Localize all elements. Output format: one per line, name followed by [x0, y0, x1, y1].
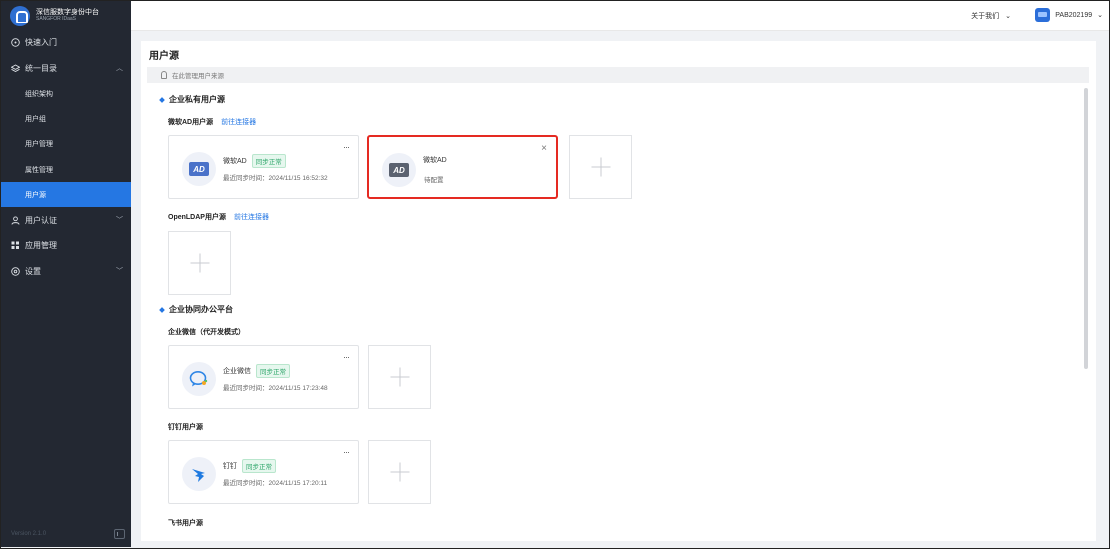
ad-logo-icon: AD	[182, 152, 216, 186]
card-name: 微软AD	[423, 157, 447, 164]
diamond-bullet-icon	[159, 306, 165, 313]
user-icon	[11, 216, 20, 225]
section-title-private: 企业私有用户源	[159, 94, 225, 105]
version-label: Version 2.1.0	[11, 531, 47, 537]
sidebar-subitem-usergroup[interactable]: 用户组	[1, 106, 131, 131]
compass-icon	[11, 38, 20, 47]
chevron-down-icon: ⌄	[1097, 12, 1103, 19]
status-badge: 同步正常	[251, 154, 286, 168]
sidebar-item-apps[interactable]: 应用管理	[1, 233, 131, 259]
card-name: 微软AD	[223, 158, 247, 165]
grid-icon	[11, 241, 20, 250]
chevron-down-icon: ﹀	[116, 217, 123, 225]
status-badge: 同步正常	[256, 364, 290, 378]
card-status: 待配置	[424, 177, 444, 184]
sidebar-subitem-org[interactable]: 组织架构	[1, 81, 131, 106]
card-name: 企业微信	[223, 368, 251, 375]
brand-subtitle: SANGFOR IDaaS	[36, 15, 77, 22]
chevron-down-icon: ﹀	[116, 268, 123, 276]
layers-icon	[11, 64, 20, 73]
sidebar-subitem-usermgmt[interactable]: 用户管理	[1, 132, 131, 157]
topbar: 关于我们 ⌄ PAB202199 ⌄	[131, 1, 1109, 31]
source-card-wework[interactable]: 企业微信 同步正常 最近同步时间：2024/11/15 17:23:48 ···	[168, 345, 359, 409]
last-sync-time: 最近同步时间：2024/11/15 16:52:32	[223, 175, 328, 182]
sidebar-collapse-button[interactable]	[114, 529, 125, 539]
user-menu[interactable]: PAB202199 ⌄	[1035, 8, 1103, 22]
card-name: 钉钉	[223, 463, 237, 470]
last-sync-time: 最近同步时间：2024/11/15 17:23:48	[223, 385, 328, 392]
hint-bar: 在此管理用户来源	[147, 67, 1089, 83]
group-label-dingtalk: 钉钉用户源	[168, 422, 203, 432]
add-source-button-wework[interactable]	[368, 345, 431, 409]
sidebar-item-label: 应用管理	[25, 241, 57, 251]
sidebar-item-settings[interactable]: 设置 ﹀	[1, 258, 131, 284]
add-source-button-ad[interactable]	[569, 135, 632, 199]
scrollbar[interactable]	[1084, 88, 1088, 369]
main-content: 用户源 在此管理用户来源 企业私有用户源 微软AD用户源 前往连接器 AD 微软…	[141, 41, 1096, 541]
status-badge: 同步正常	[242, 459, 276, 473]
more-options-icon[interactable]: ···	[343, 142, 350, 152]
brand-logo-icon	[10, 5, 30, 26]
sidebar-item-label: 统一目录	[25, 63, 57, 73]
add-source-button-dingtalk[interactable]	[368, 440, 431, 504]
brand[interactable]: 深信服数字身份中台 SANGFOR IDaaS	[1, 1, 131, 30]
diamond-bullet-icon	[159, 96, 165, 103]
sidebar-subitem-attributes[interactable]: 属性管理	[1, 157, 131, 182]
dingtalk-logo-icon	[182, 457, 216, 491]
source-card-dingtalk[interactable]: 钉钉 同步正常 最近同步时间：2024/11/15 17:20:11 ···	[168, 440, 359, 504]
more-options-icon[interactable]: ···	[343, 447, 350, 457]
gear-icon	[11, 266, 20, 276]
sidebar-item-label: 设置	[25, 266, 41, 276]
chevron-up-icon: ︿	[116, 65, 123, 73]
source-card-ad-pending[interactable]: AD 微软AD 待配置 ×	[367, 135, 558, 199]
sidebar-item-quickstart[interactable]: 快速入门	[1, 30, 131, 56]
group-label-ldap: OpenLDAP用户源 前往连接器	[168, 212, 269, 222]
username: PAB202199	[1055, 11, 1093, 19]
add-source-button-ldap[interactable]	[168, 231, 231, 295]
group-label-text: 企业微信（代开发模式）	[168, 329, 245, 336]
section-title-text: 企业协同办公平台	[169, 305, 233, 314]
avatar	[1035, 8, 1051, 22]
connector-link-ad[interactable]: 前往连接器	[221, 117, 256, 127]
group-label-text: 飞书用户源	[168, 520, 203, 527]
group-label-ad: 微软AD用户源 前往连接器	[168, 117, 256, 127]
group-label-text: 微软AD用户源	[168, 119, 214, 126]
group-label-feishu: 飞书用户源	[168, 518, 203, 528]
chevron-down-icon: ⌄	[1005, 13, 1011, 20]
hint-text: 在此管理用户来源	[172, 73, 224, 80]
close-icon[interactable]: ×	[541, 143, 547, 154]
group-label-wework: 企业微信（代开发模式）	[168, 327, 245, 337]
about-label: 关于我们	[971, 13, 1000, 20]
about-menu[interactable]: 关于我们 ⌄	[971, 11, 1011, 21]
sidebar-subitem-usersource[interactable]: 用户源	[1, 182, 131, 208]
connector-link-ldap[interactable]: 前往连接器	[234, 212, 269, 222]
section-title-collab: 企业协同办公平台	[159, 304, 233, 315]
section-title-text: 企业私有用户源	[169, 95, 225, 104]
page-title: 用户源	[149, 51, 179, 62]
sidebar-item-label: 用户认证	[25, 215, 57, 225]
last-sync-time: 最近同步时间：2024/11/15 17:20:11	[223, 480, 328, 487]
source-card-ad[interactable]: AD 微软AD 同步正常 最近同步时间：2024/11/15 16:52:32 …	[168, 135, 359, 199]
lightbulb-icon	[161, 71, 167, 79]
group-label-text: 钉钉用户源	[168, 424, 203, 431]
sidebar-item-label: 快速入门	[25, 38, 57, 48]
sidebar-item-auth[interactable]: 用户认证 ﹀	[1, 207, 131, 233]
more-options-icon[interactable]: ···	[343, 352, 350, 362]
group-label-text: OpenLDAP用户源	[168, 214, 226, 221]
wework-logo-icon	[182, 362, 216, 396]
sidebar-item-directory[interactable]: 统一目录 ︿	[1, 56, 131, 82]
sidebar: 深信服数字身份中台 SANGFOR IDaaS 快速入门 统一目录 ︿ 组织架构…	[1, 1, 131, 547]
ad-logo-icon: AD	[382, 153, 416, 187]
